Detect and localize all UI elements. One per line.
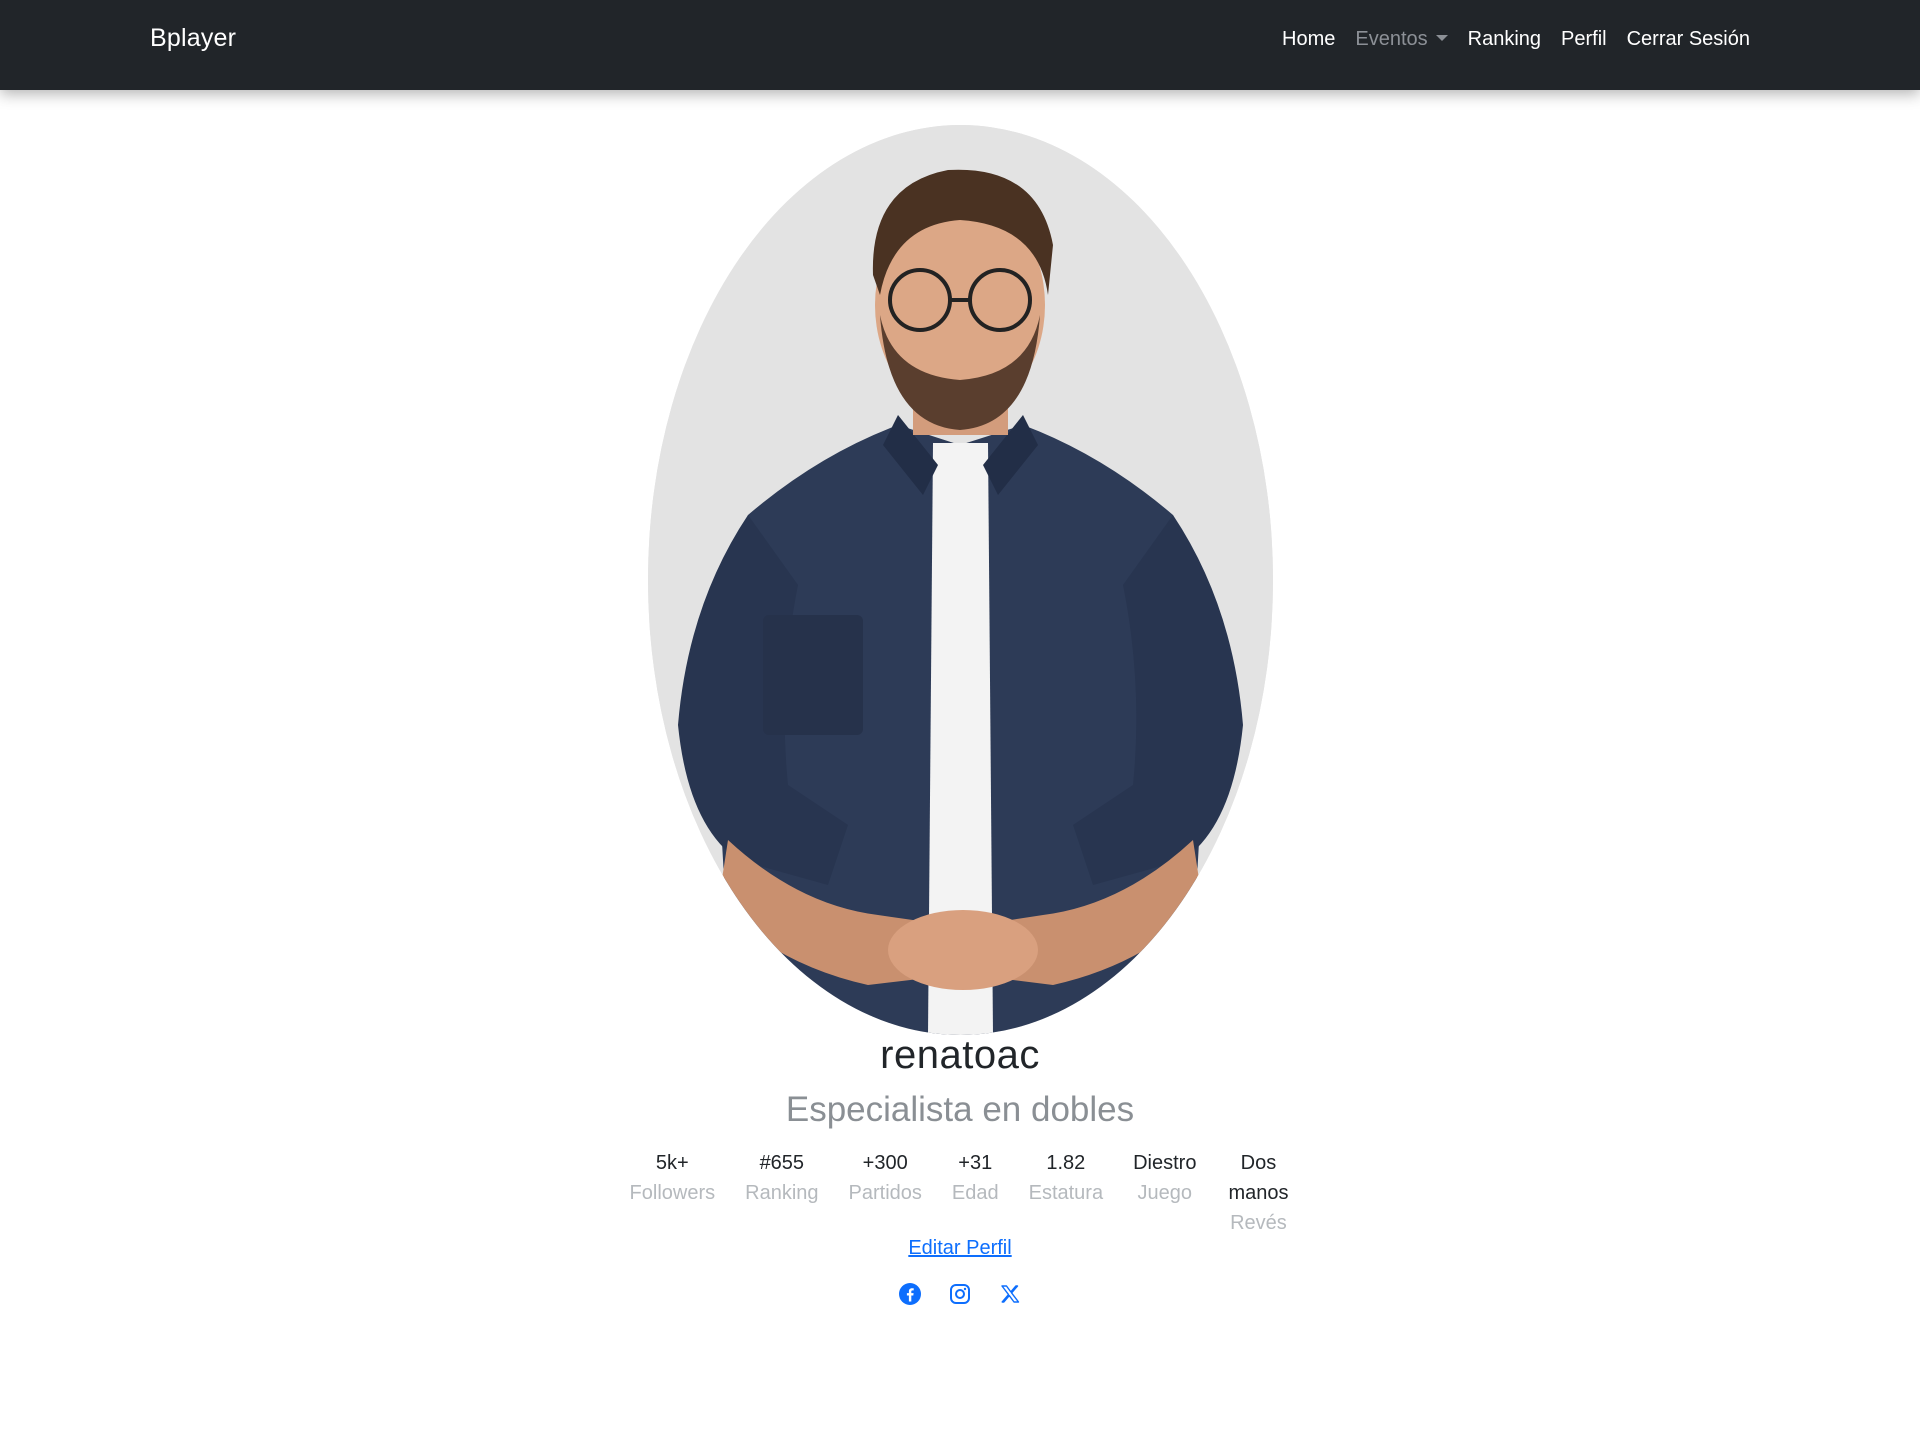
stat-value: 5k+ <box>655 1152 689 1174</box>
chevron-down-icon <box>1435 35 1448 41</box>
instagram-icon[interactable] <box>948 1282 972 1306</box>
social-links <box>0 1282 1920 1306</box>
stat-value: Diestro <box>1133 1152 1197 1174</box>
nav-cerrar-sesion[interactable]: Cerrar Sesión <box>1617 28 1760 51</box>
stat-label: Edad <box>951 1182 999 1204</box>
stat-partidos: +300 Partidos <box>849 1148 922 1238</box>
nav-ranking[interactable]: Ranking <box>1458 28 1551 51</box>
stat-value: 1.82 <box>1046 1152 1086 1174</box>
nav-perfil[interactable]: Perfil <box>1551 28 1617 51</box>
stat-label: Revés <box>1230 1212 1287 1234</box>
nav-eventos-dropdown[interactable]: Eventos <box>1345 28 1457 51</box>
profile-photo <box>648 125 1273 1035</box>
stat-followers: 5k+ Followers <box>630 1148 716 1238</box>
stat-value: +31 <box>958 1152 993 1174</box>
stat-edad: +31 Edad <box>952 1148 999 1238</box>
stat-reves: Dos manos Revés <box>1226 1148 1290 1238</box>
profile-stats: 5k+ Followers #655 Ranking +300 Partidos… <box>0 1148 1920 1238</box>
stat-label: Followers <box>629 1182 716 1204</box>
stat-ranking: #655 Ranking <box>745 1148 818 1238</box>
stat-juego: Diestro Juego <box>1133 1148 1196 1238</box>
stat-label: Estatura <box>1028 1182 1104 1204</box>
profile-tagline: Especialista en dobles <box>785 1090 1135 1129</box>
top-navbar: Bplayer Home Eventos Ranking Perfil Cerr… <box>0 0 1920 90</box>
stat-value: #655 <box>759 1152 805 1174</box>
brand-logo[interactable]: Bplayer <box>150 24 236 53</box>
profile-username: renatoac <box>880 1033 1040 1077</box>
nav-eventos-label: Eventos <box>1355 28 1428 50</box>
x-twitter-icon[interactable] <box>998 1282 1022 1306</box>
facebook-icon[interactable] <box>898 1282 922 1306</box>
stat-label: Partidos <box>848 1182 922 1204</box>
stat-value: Dos manos <box>1228 1152 1289 1204</box>
edit-profile-link[interactable]: Editar Perfil <box>908 1237 1011 1259</box>
stat-estatura: 1.82 Estatura <box>1029 1148 1103 1238</box>
edit-profile-container: Editar Perfil <box>0 1237 1920 1260</box>
stat-label: Juego <box>1137 1182 1193 1204</box>
profile-photo-illustration <box>648 125 1273 1035</box>
stat-label: Ranking <box>745 1182 819 1204</box>
stat-value: +300 <box>862 1152 908 1174</box>
nav-home[interactable]: Home <box>1272 28 1345 51</box>
nav-links: Home Eventos Ranking Perfil Cerrar Sesió… <box>1272 28 1760 51</box>
